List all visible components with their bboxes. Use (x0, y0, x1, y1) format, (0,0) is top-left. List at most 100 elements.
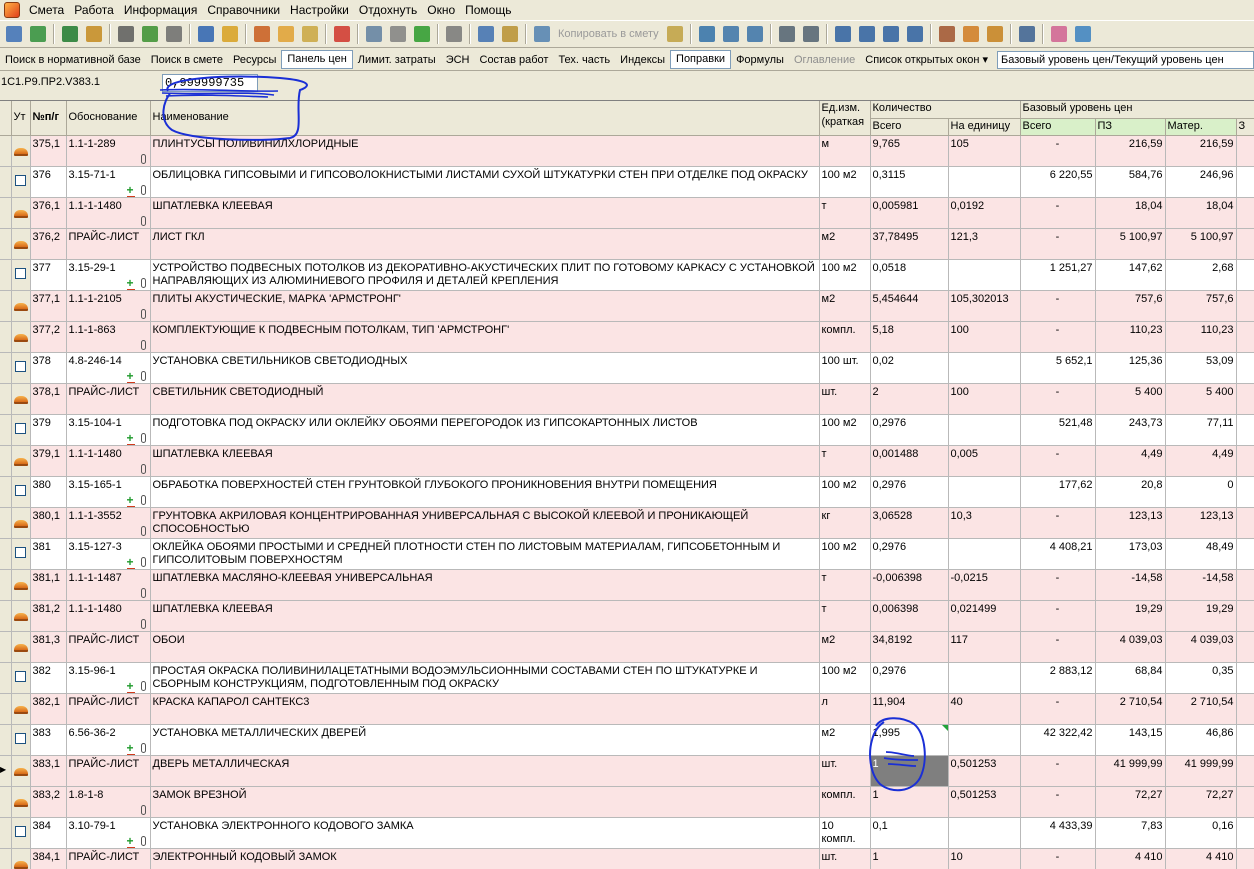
col-header-name[interactable]: Наименование (150, 101, 820, 136)
mater-cell[interactable]: 4 039,03 (1165, 631, 1237, 663)
row-indicator[interactable] (0, 321, 12, 353)
qty-total-cell[interactable]: 0,2976 (870, 476, 949, 508)
ut-cell[interactable] (11, 445, 31, 477)
base-total-cell[interactable]: 6 220,55 (1020, 166, 1096, 198)
table-row[interactable]: 376,1 1.1-1-1480 ШПАТЛЕВКА КЛЕЕВАЯ т 0,00598… (0, 197, 1254, 229)
expand-plus-icon[interactable]: + (126, 835, 136, 847)
basis-cell[interactable]: ПРАЙС-ЛИСТ (66, 848, 151, 869)
row-indicator[interactable] (0, 290, 12, 322)
indent-icon[interactable] (832, 23, 854, 45)
formula-input[interactable]: 0,999999735 (162, 74, 258, 92)
table-row[interactable]: 380 3.15-165-1 + ОБРАБОТКА ПОВЕРХНОСТЕЙ СТЕ… (0, 476, 1254, 508)
extra-cell[interactable] (1236, 631, 1254, 663)
row-checkbox[interactable] (15, 732, 26, 744)
row-indicator[interactable] (0, 445, 12, 477)
qty-total-cell[interactable]: 0,02 (870, 352, 949, 384)
extra-cell[interactable] (1236, 197, 1254, 229)
pz-cell[interactable]: 147,62 (1095, 259, 1166, 291)
mater-cell[interactable]: 0,16 (1165, 817, 1237, 849)
paste-icon[interactable] (499, 23, 521, 45)
calc-icon[interactable] (387, 23, 409, 45)
expand-plus-icon[interactable]: + (126, 742, 136, 754)
pz-cell[interactable]: 4,49 (1095, 445, 1166, 477)
row-checkbox[interactable] (15, 360, 26, 372)
tab-7[interactable]: Тех. часть (553, 50, 615, 70)
expand-plus-icon[interactable]: + (126, 370, 136, 382)
table-row[interactable]: 382 3.15-96-1 + ПРОСТАЯ ОКРАСКА ПОЛИВИНИЛАЦ… (0, 662, 1254, 694)
tab-9[interactable]: Поправки (670, 50, 732, 69)
attachment-clip-icon[interactable] (140, 742, 146, 753)
col-header-num[interactable]: №п/г (30, 101, 67, 136)
unit-cell[interactable]: 100 м2 (819, 259, 871, 291)
qty-per-unit-cell[interactable]: 100 (948, 383, 1021, 415)
extra-cell[interactable] (1236, 321, 1254, 353)
extra-cell[interactable] (1236, 383, 1254, 415)
row-indicator[interactable] (0, 414, 12, 446)
qty-per-unit-cell[interactable]: 40 (948, 693, 1021, 725)
qty-total-cell[interactable]: 1 (870, 786, 949, 818)
sort-icon[interactable] (880, 23, 902, 45)
unit-cell[interactable]: т (819, 569, 871, 601)
ut-cell[interactable] (11, 724, 31, 756)
row-indicator[interactable] (0, 724, 12, 756)
ut-cell[interactable] (11, 755, 31, 787)
row-indicator[interactable] (0, 662, 12, 694)
mater-cell[interactable]: 757,6 (1165, 290, 1237, 322)
basis-cell[interactable]: ПРАЙС-ЛИСТ (66, 693, 151, 725)
ut-cell[interactable] (11, 848, 31, 869)
list2-icon[interactable] (800, 23, 822, 45)
tab-8[interactable]: Индексы (615, 50, 670, 70)
ut-cell[interactable] (11, 197, 31, 229)
base-total-cell[interactable]: 521,48 (1020, 414, 1096, 446)
mater-cell[interactable]: 110,23 (1165, 321, 1237, 353)
pz-cell[interactable]: 584,76 (1095, 166, 1166, 198)
qty-per-unit-cell[interactable]: 0,0192 (948, 197, 1021, 229)
mater-cell[interactable]: 48,49 (1165, 538, 1237, 570)
qty-total-cell[interactable]: 1,995 (870, 724, 949, 756)
table-row[interactable]: 378,1 ПРАЙС-ЛИСТ СВЕТИЛЬНИК СВЕТОДИОДНЫЙ шт… (0, 383, 1254, 415)
basis-cell[interactable]: 3.15-104-1 + (66, 414, 151, 446)
outdent-icon[interactable] (856, 23, 878, 45)
base-total-cell[interactable]: - (1020, 600, 1096, 632)
item-name[interactable]: ЭЛЕКТРОННЫЙ КОДОВЫЙ ЗАМОК (150, 848, 820, 869)
row-indicator[interactable] (0, 569, 12, 601)
qty-total-cell[interactable]: 1 (870, 848, 949, 869)
pz-cell[interactable]: -14,58 (1095, 569, 1166, 601)
add-section-icon[interactable] (3, 23, 25, 45)
table-row[interactable]: 384 3.10-79-1 + УСТАНОВКА ЭЛЕКТРОННОГО КОДО… (0, 817, 1254, 849)
basis-cell[interactable]: 1.8-1-8 (66, 786, 151, 818)
extra-cell[interactable] (1236, 538, 1254, 570)
basis-cell[interactable]: 3.15-96-1 + (66, 662, 151, 694)
expand-plus-icon[interactable]: + (126, 494, 136, 506)
ut-cell[interactable] (11, 817, 31, 849)
extra-cell[interactable] (1236, 786, 1254, 818)
attachment-clip-icon[interactable] (140, 339, 146, 350)
qty-total-cell[interactable]: 37,78495 (870, 228, 949, 260)
tab-2[interactable]: Ресурсы (228, 50, 281, 70)
rc-icon[interactable] (720, 23, 742, 45)
ut-cell[interactable] (11, 662, 31, 694)
table-row[interactable]: 379 3.15-104-1 + ПОДГОТОВКА ПОД ОКРАСКУ ИЛИ… (0, 414, 1254, 446)
add-row-icon[interactable] (27, 23, 49, 45)
unit-cell[interactable]: т (819, 197, 871, 229)
col-header-base-total[interactable]: Всего (1020, 118, 1096, 136)
extra-cell[interactable] (1236, 352, 1254, 384)
qty-per-unit-cell[interactable] (948, 166, 1021, 198)
qty-per-unit-cell[interactable] (948, 817, 1021, 849)
expand-plus-icon[interactable]: + (126, 432, 136, 444)
up-icon[interactable] (411, 23, 433, 45)
mater-cell[interactable]: 0 (1165, 476, 1237, 508)
tab-6[interactable]: Состав работ (475, 50, 554, 70)
comment-icon[interactable] (299, 23, 321, 45)
row-indicator[interactable] (0, 352, 12, 384)
basis-cell[interactable]: 3.15-127-3 + (66, 538, 151, 570)
mater-cell[interactable]: 4 410 (1165, 848, 1237, 869)
item-name[interactable]: ДВЕРЬ МЕТАЛЛИЧЕСКАЯ (150, 755, 820, 787)
expand-plus-icon[interactable]: + (126, 184, 136, 196)
unit-cell[interactable]: 100 м2 (819, 662, 871, 694)
row-checkbox[interactable] (15, 670, 26, 682)
unit-cell[interactable]: шт. (819, 383, 871, 415)
mater-cell[interactable]: 2,68 (1165, 259, 1237, 291)
tab-12[interactable]: Список открытых окон ▾ (860, 50, 993, 70)
extra-cell[interactable] (1236, 569, 1254, 601)
